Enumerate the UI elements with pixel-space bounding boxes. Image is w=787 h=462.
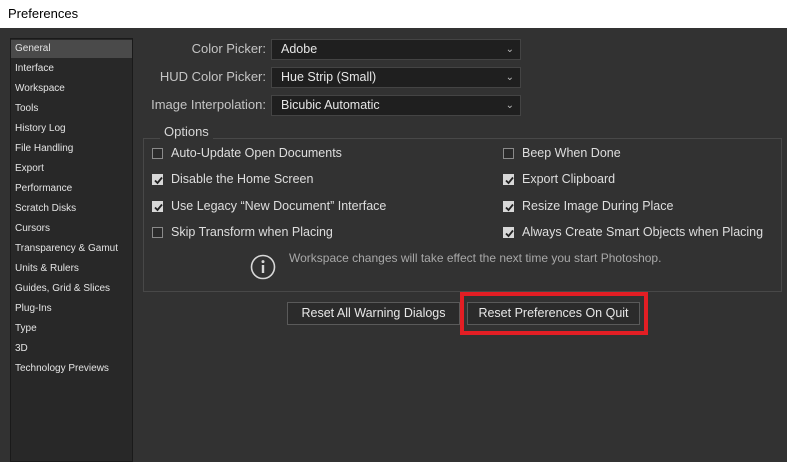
checkmark-icon bbox=[503, 201, 514, 212]
chevron-down-icon: ⌄ bbox=[505, 100, 514, 111]
sidebar-item-tools[interactable]: Tools bbox=[11, 100, 132, 118]
chevron-down-icon: ⌄ bbox=[505, 72, 514, 83]
title-bar: Preferences bbox=[0, 0, 787, 28]
sidebar-item-interface[interactable]: Interface bbox=[11, 60, 132, 78]
options-group bbox=[143, 138, 782, 292]
reset-all-warning-dialogs-button[interactable]: Reset All Warning Dialogs bbox=[287, 302, 460, 325]
sidebar-item-file-handling[interactable]: File Handling bbox=[11, 140, 132, 158]
sidebar-item-cursors[interactable]: Cursors bbox=[11, 220, 132, 238]
sidebar-item-technology-previews[interactable]: Technology Previews bbox=[11, 360, 132, 378]
highlight-box bbox=[460, 292, 648, 335]
window-title: Preferences bbox=[8, 6, 79, 21]
options-legend: Options bbox=[160, 124, 213, 139]
hud-color-picker-value: Hue Strip (Small) bbox=[281, 70, 377, 84]
image-interpolation-value: Bicubic Automatic bbox=[281, 98, 380, 112]
image-interpolation-label: Image Interpolation: bbox=[151, 97, 266, 112]
sidebar-item-workspace[interactable]: Workspace bbox=[11, 80, 132, 98]
checkmark-icon bbox=[152, 174, 163, 185]
sidebar-item-history-log[interactable]: History Log bbox=[11, 120, 132, 138]
sidebar-item-scratch-disks[interactable]: Scratch Disks bbox=[11, 200, 132, 218]
chevron-down-icon: ⌄ bbox=[505, 44, 514, 55]
checkmark-icon bbox=[503, 227, 514, 238]
sidebar-item-performance[interactable]: Performance bbox=[11, 180, 132, 198]
hud-color-picker-select[interactable]: Hue Strip (Small) ⌄ bbox=[271, 67, 521, 88]
sidebar: General Interface Workspace Tools Histor… bbox=[10, 38, 133, 462]
sidebar-item-guides-grid-slices[interactable]: Guides, Grid & Slices bbox=[11, 280, 132, 298]
image-interpolation-select[interactable]: Bicubic Automatic ⌄ bbox=[271, 95, 521, 116]
color-picker-select[interactable]: Adobe ⌄ bbox=[271, 39, 521, 60]
hud-color-picker-label: HUD Color Picker: bbox=[159, 69, 266, 84]
sidebar-item-units-rulers[interactable]: Units & Rulers bbox=[11, 260, 132, 278]
sidebar-item-type[interactable]: Type bbox=[11, 320, 132, 338]
sidebar-item-3d[interactable]: 3D bbox=[11, 340, 132, 358]
checkbox-unchecked-icon bbox=[503, 148, 514, 159]
sidebar-item-transparency-gamut[interactable]: Transparency & Gamut bbox=[11, 240, 132, 258]
checkmark-icon bbox=[152, 201, 163, 212]
sidebar-item-plug-ins[interactable]: Plug-Ins bbox=[11, 300, 132, 318]
checkbox-unchecked-icon bbox=[152, 227, 163, 238]
info-icon bbox=[250, 254, 276, 285]
sidebar-item-general[interactable]: General bbox=[11, 40, 132, 58]
info-message: Workspace changes will take effect the n… bbox=[289, 251, 662, 265]
sidebar-item-export[interactable]: Export bbox=[11, 160, 132, 178]
color-picker-value: Adobe bbox=[281, 42, 318, 56]
checkbox-unchecked-icon bbox=[152, 148, 163, 159]
color-picker-label: Color Picker: bbox=[191, 41, 266, 56]
checkmark-icon bbox=[503, 174, 514, 185]
